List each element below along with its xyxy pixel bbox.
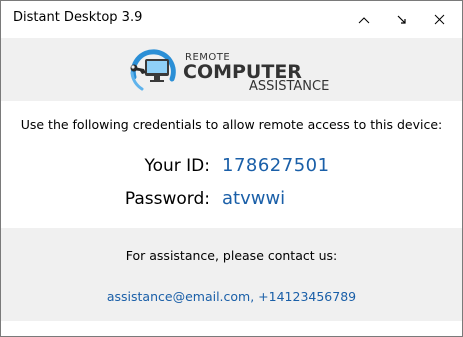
wrench-monitor-logo-icon: [128, 47, 182, 93]
instructions-text: Use the following credentials to allow r…: [20, 117, 443, 132]
restore-arrow-icon: [396, 14, 408, 26]
close-button[interactable]: [419, 1, 459, 38]
minimize-icon: [358, 16, 370, 24]
close-icon: [434, 14, 445, 25]
password-label: Password:: [124, 189, 210, 209]
logo: REMOTE COMPUTER ASSISTANCE: [128, 47, 338, 94]
logo-line-assistance: ASSISTANCE: [249, 79, 330, 94]
restore-button[interactable]: [382, 1, 422, 38]
logo-header: REMOTE COMPUTER ASSISTANCE: [1, 38, 462, 101]
contact-heading: For assistance, please contact us:: [125, 248, 338, 263]
contact-footer: For assistance, please contact us: assis…: [1, 228, 462, 321]
id-label: Your ID:: [144, 156, 210, 176]
app-window: Distant Desktop 3.9 REMOTE COMPUTER ASSI…: [0, 0, 463, 337]
contact-link[interactable]: assistance@email.com, +14123456789: [1, 289, 462, 304]
window-title: Distant Desktop 3.9: [13, 10, 143, 25]
minimize-button[interactable]: [344, 1, 384, 38]
title-bar[interactable]: Distant Desktop 3.9: [1, 1, 462, 38]
password-value[interactable]: atvwwi: [222, 188, 285, 209]
id-value[interactable]: 178627501: [222, 155, 330, 176]
